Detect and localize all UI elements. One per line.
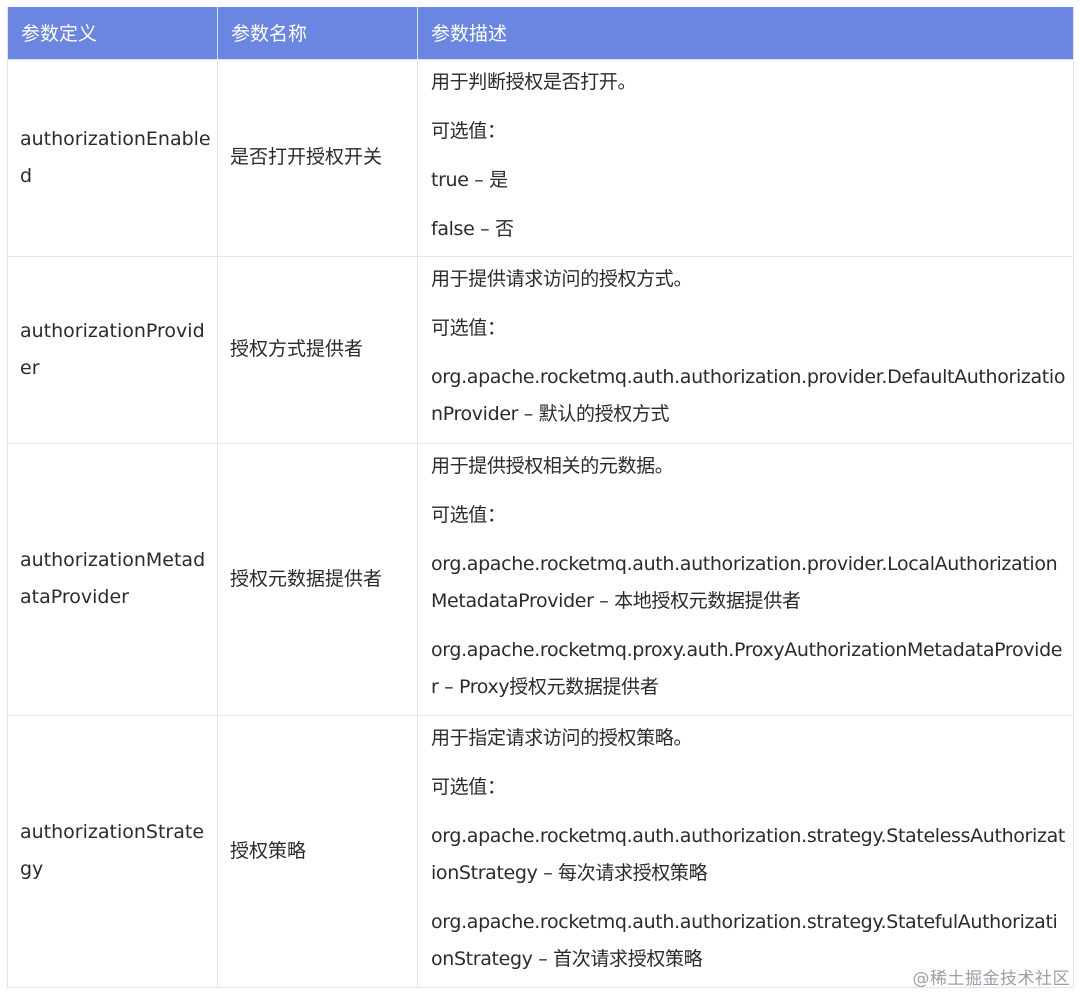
param-definition: authorizationProvider (7, 255, 218, 444)
param-definition: authorizationMetadataProvider (7, 442, 218, 716)
param-name: 授权元数据提供者 (217, 442, 418, 716)
watermark: @稀土掘金技术社区 (912, 969, 1070, 989)
param-description: 用于指定请求访问的授权策略。 可选值： org.apache.rocketmq.… (417, 714, 1074, 988)
description-line: 可选值： (431, 119, 506, 142)
param-description: 用于提供请求访问的授权方式。 可选值： org.apache.rocketmq.… (417, 255, 1074, 444)
description-line: false – 否 (431, 217, 514, 240)
description-line: 用于提供请求访问的授权方式。 (431, 267, 693, 290)
description-line: org.apache.rocketmq.auth.authorization.p… (431, 552, 1058, 612)
param-description: 用于提供授权相关的元数据。 可选值： org.apache.rocketmq.a… (417, 442, 1074, 716)
table-row: authorizationStrategy 授权策略 用于指定请求访问的授权策略… (7, 714, 1074, 988)
header-name: 参数名称 (217, 7, 418, 60)
description-line: 可选值： (431, 316, 506, 339)
description-line: 可选值： (431, 503, 506, 526)
description-line: 可选值： (431, 775, 506, 798)
param-name: 授权策略 (217, 714, 418, 988)
param-definition: authorizationStrategy (7, 714, 218, 988)
param-definition: authorizationEnabled (7, 58, 218, 257)
description-line: 用于提供授权相关的元数据。 (431, 454, 674, 477)
param-name: 是否打开授权开关 (217, 58, 418, 257)
description-line: org.apache.rocketmq.proxy.auth.ProxyAuth… (431, 638, 1063, 698)
description-line: org.apache.rocketmq.auth.authorization.p… (431, 365, 1066, 425)
description-line: true – 是 (431, 168, 508, 191)
param-description: 用于判断授权是否打开。 可选值： true – 是 false – 否 (417, 58, 1074, 257)
description-line: org.apache.rocketmq.auth.authorization.s… (431, 824, 1065, 884)
description-line: 用于指定请求访问的授权策略。 (431, 726, 693, 749)
parameter-table: 参数定义 参数名称 参数描述 authorizationEnabled 是否打开… (7, 7, 1074, 988)
table-row: authorizationProvider 授权方式提供者 用于提供请求访问的授… (7, 255, 1074, 444)
header-description: 参数描述 (417, 7, 1074, 60)
table-row: authorizationEnabled 是否打开授权开关 用于判断授权是否打开… (7, 58, 1074, 257)
header-definition: 参数定义 (7, 7, 218, 60)
param-name: 授权方式提供者 (217, 255, 418, 444)
table-header-row: 参数定义 参数名称 参数描述 (7, 7, 1074, 60)
table-row: authorizationMetadataProvider 授权元数据提供者 用… (7, 442, 1074, 716)
description-line: 用于判断授权是否打开。 (431, 70, 637, 93)
